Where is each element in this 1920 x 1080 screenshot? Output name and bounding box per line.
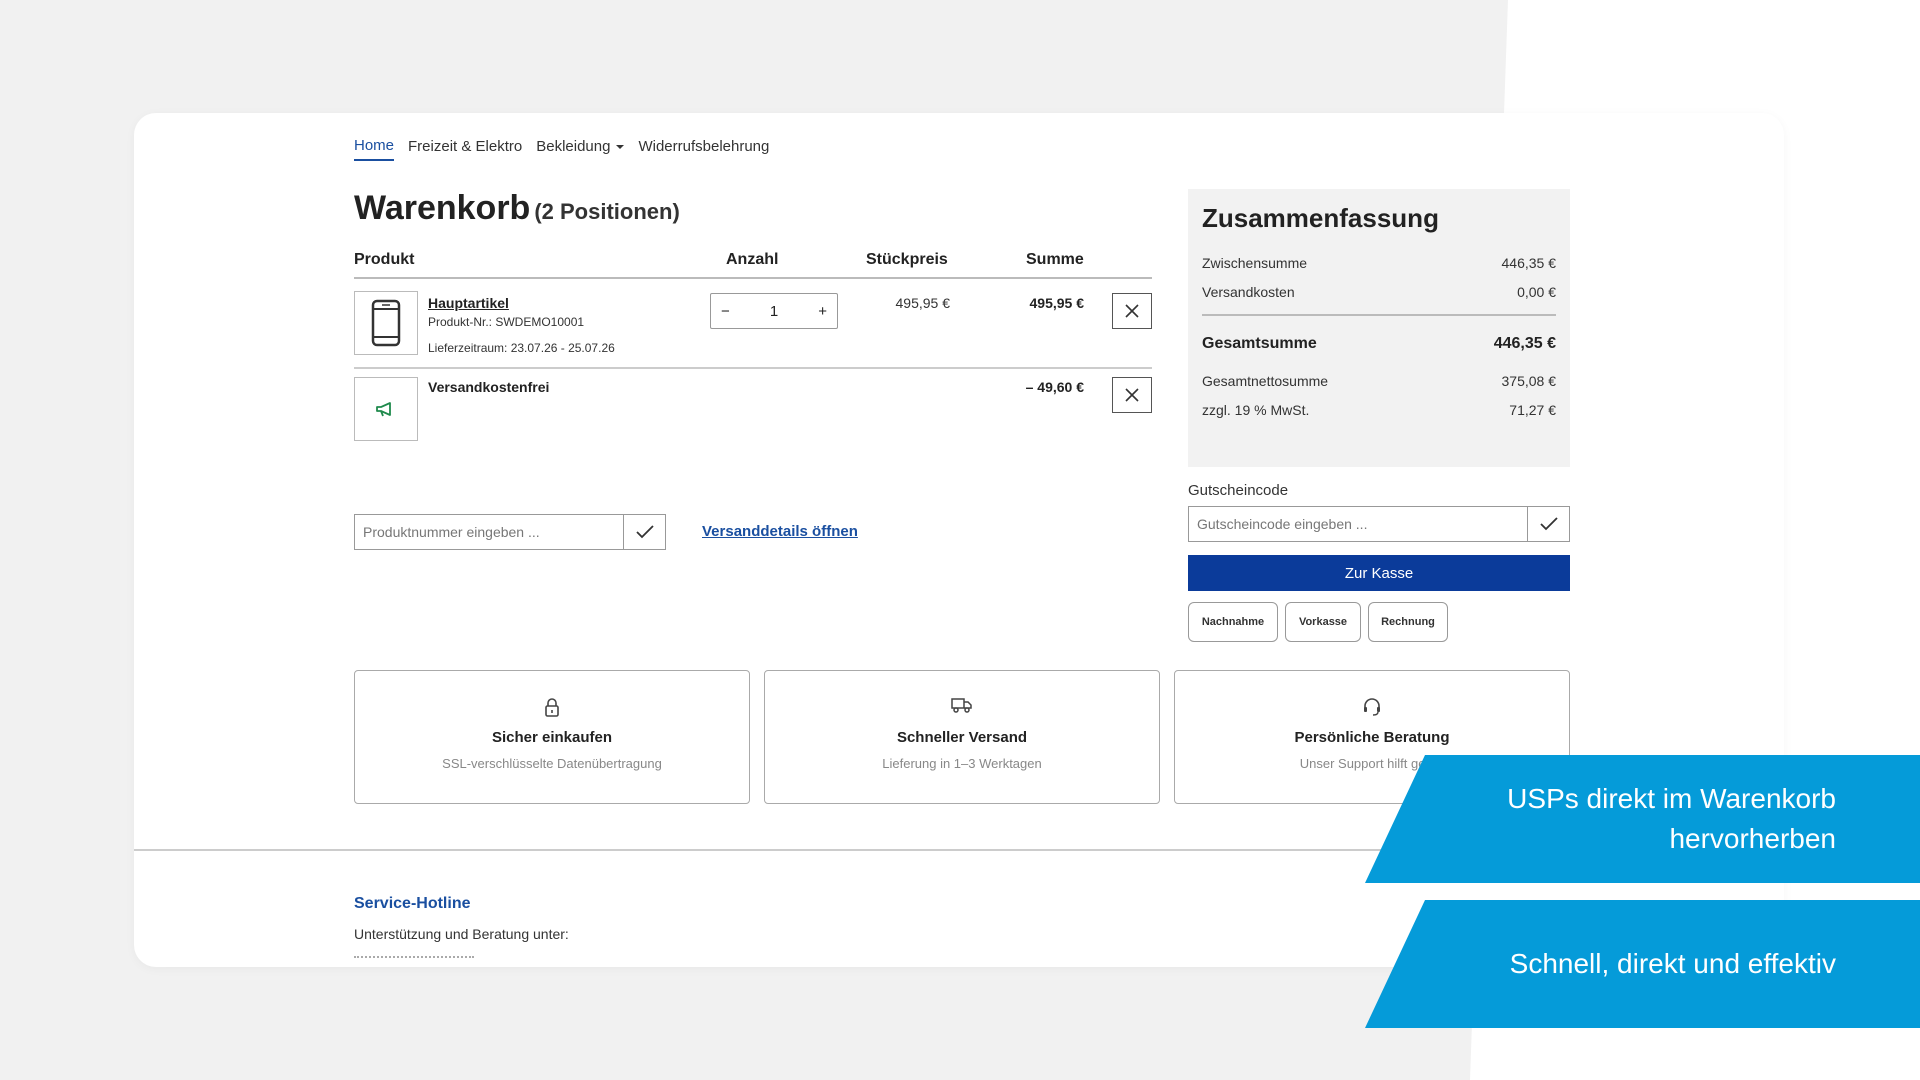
col-unit-price: Stückpreis (866, 251, 948, 268)
cart-row: Hauptartikel Produkt-Nr.: SWDEMO10001 Li… (354, 279, 1152, 369)
voucher-label: Gutscheincode (1188, 482, 1289, 499)
usp-description: SSL-verschlüsselte Datenübertragung (442, 756, 662, 771)
close-icon (1125, 304, 1139, 318)
promotion-name: Versandkostenfrei (428, 379, 550, 395)
summary-row: Versandkosten 0,00 € (1202, 283, 1556, 300)
discount-sum: – 49,60 € (1025, 379, 1084, 395)
cart-row: Versandkostenfrei – 49,60 € (354, 371, 1152, 451)
usp-title: Sicher einkaufen (491, 729, 613, 746)
summary-row: Zwischensumme 446,35 € (1202, 254, 1556, 271)
megaphone-icon (376, 402, 391, 417)
payment-rechnung-button[interactable]: Rechnung (1368, 602, 1448, 642)
summary-row: zzgl. 19 % MwSt. 71,27 € (1202, 401, 1556, 418)
headset-icon (1364, 698, 1380, 716)
close-icon (1125, 388, 1139, 402)
remove-promotion-button[interactable] (1112, 377, 1152, 413)
remove-item-button[interactable] (1112, 293, 1152, 329)
checkout-button[interactable]: Zur Kasse (1188, 555, 1570, 591)
hotline-title: Service-Hotline (354, 895, 471, 912)
lock-icon (545, 698, 559, 717)
nav-item-widerrufsbelehrung[interactable]: Widerrufsbelehrung (638, 137, 769, 161)
hotline-subtitle: Unterstützung und Beratung unter: (354, 926, 569, 942)
quantity-stepper[interactable]: − 1 + (710, 293, 838, 329)
page-title: Warenkorb (2 Positionen) (354, 189, 680, 227)
col-product: Produkt (354, 251, 415, 268)
nav-item-home[interactable]: Home (354, 137, 395, 161)
product-number-input[interactable]: Produktnummer eingeben ... (354, 514, 624, 550)
usp-title: Persönliche Beratung (1294, 729, 1450, 746)
delivery-time: Lieferzeitraum: 23.07.26 - 25.07.26 (428, 341, 615, 355)
banner-text-line: Schnell, direkt und effektiv (1509, 948, 1836, 979)
promotion-thumbnail (354, 377, 418, 441)
payment-nachnahme-button[interactable]: Nachnahme (1188, 602, 1278, 642)
checkmark-icon (1539, 517, 1558, 531)
smartphone-icon (371, 299, 401, 347)
callout-banner-effective: Schnell, direkt und effektiv (1365, 900, 1920, 1028)
nav-item-bekleidung[interactable]: Bekleidung (536, 137, 625, 161)
voucher-form: Gutscheincode eingeben ... (1188, 506, 1570, 542)
line-sum: 495,95 € (1029, 295, 1085, 311)
nav-item-freizeit-elektro[interactable]: Freizeit & Elektro (408, 137, 522, 161)
product-number-submit-button[interactable] (624, 514, 666, 550)
minus-icon[interactable]: − (721, 303, 730, 320)
voucher-input[interactable]: Gutscheincode eingeben ... (1188, 506, 1528, 542)
product-thumbnail[interactable] (354, 291, 418, 355)
usp-card-shipping: Schneller Versand Lieferung in 1–3 Werkt… (764, 670, 1160, 804)
payment-vorkasse-button[interactable]: Vorkasse (1285, 602, 1361, 642)
summary-title: Zusammenfassung (1202, 203, 1439, 233)
usp-description: Lieferung in 1–3 Werktagen (882, 756, 1042, 771)
order-summary: Zusammenfassung Zwischensumme 446,35 € Ve… (1188, 189, 1570, 467)
product-sku: Produkt-Nr.: SWDEMO10001 (428, 315, 585, 329)
product-name-link[interactable]: Hauptartikel (428, 295, 509, 311)
voucher-submit-button[interactable] (1528, 506, 1570, 542)
col-qty: Anzahl (726, 251, 779, 268)
main-navigation: Home Freizeit & Elektro Bekleidung Wider… (354, 137, 769, 161)
checkmark-icon (635, 525, 654, 539)
product-number-form: Produktnummer eingeben ... (354, 514, 666, 550)
usp-title: Schneller Versand (896, 729, 1028, 746)
callout-banner-usps: USPs direkt im Warenkorb hervorherben (1365, 755, 1920, 883)
item-count: (2 Positionen) (534, 199, 680, 224)
col-sum: Summe (1026, 251, 1084, 268)
cart-table-header: Produkt Anzahl Stückpreis Summe (354, 249, 1152, 279)
quantity-value: 1 (769, 302, 779, 320)
hotline-number-cutoff (354, 956, 474, 962)
usp-card-secure: Sicher einkaufen SSL-verschlüsselte Date… (354, 670, 750, 804)
banner-text-line: USPs direkt im Warenkorb (1507, 783, 1836, 814)
truck-icon (951, 698, 972, 713)
plus-icon[interactable]: + (818, 303, 827, 320)
summary-row: Gesamtnettosumme 375,08 € (1202, 372, 1556, 389)
unit-price: 495,95 € (895, 295, 951, 311)
chevron-down-icon (616, 144, 625, 149)
summary-total: Gesamtsumme 446,35 € (1202, 314, 1556, 360)
banner-text-line: hervorherben (1669, 823, 1836, 854)
shipping-details-link[interactable]: Versanddetails öffnen (702, 523, 858, 540)
